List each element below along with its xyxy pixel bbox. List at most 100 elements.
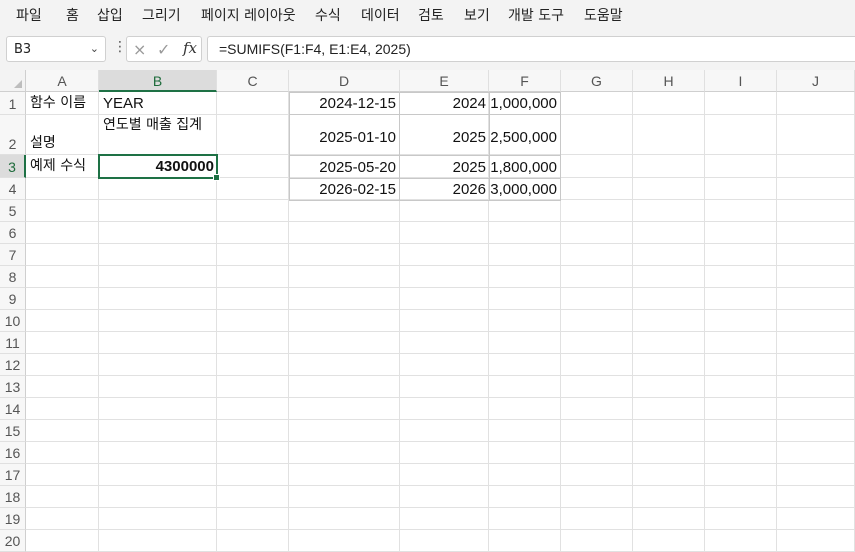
grid-cell[interactable]: [633, 244, 705, 266]
grid-cell[interactable]: [26, 530, 99, 552]
grid-cell[interactable]: [217, 222, 289, 244]
cell-f2[interactable]: 2,500,000: [489, 114, 561, 156]
grid-cell[interactable]: [705, 354, 777, 376]
grid-cell[interactable]: [777, 310, 855, 332]
menu-insert[interactable]: 삽입: [97, 5, 123, 25]
grid-cell[interactable]: [561, 222, 633, 244]
cancel-icon[interactable]: ×: [133, 40, 146, 59]
grid-cell[interactable]: [400, 354, 489, 376]
grid-cell[interactable]: [633, 178, 705, 200]
grid-cell[interactable]: [633, 508, 705, 530]
grid-cell[interactable]: [705, 115, 777, 155]
grid-cell[interactable]: [400, 442, 489, 464]
grid-cell[interactable]: [99, 420, 217, 442]
grid-cell[interactable]: [633, 155, 705, 178]
grid-cell[interactable]: [99, 354, 217, 376]
grid-cell[interactable]: [705, 332, 777, 354]
name-box[interactable]: B3 ⌄: [6, 36, 106, 62]
grid-cell[interactable]: [289, 420, 400, 442]
grid-cell[interactable]: [705, 200, 777, 222]
grid-cell[interactable]: [705, 155, 777, 178]
grid-cell[interactable]: [561, 288, 633, 310]
grid-cell[interactable]: [400, 486, 489, 508]
grid-cell[interactable]: [26, 508, 99, 530]
grid-cell[interactable]: [633, 442, 705, 464]
cell-a1[interactable]: 함수 이름: [26, 92, 99, 115]
grid-cell[interactable]: [400, 376, 489, 398]
grid-cell[interactable]: [561, 155, 633, 178]
grid-cell[interactable]: [705, 508, 777, 530]
grid-cell[interactable]: [400, 244, 489, 266]
row-header-13[interactable]: 13: [0, 376, 26, 398]
grid-cell[interactable]: [489, 530, 561, 552]
grid-cell[interactable]: [289, 398, 400, 420]
grid-cell[interactable]: [489, 442, 561, 464]
grid-cell[interactable]: [26, 420, 99, 442]
grid-cell[interactable]: [777, 266, 855, 288]
menu-formulas[interactable]: 수식: [315, 5, 341, 25]
grid-cell[interactable]: [289, 486, 400, 508]
grid-cell[interactable]: [633, 266, 705, 288]
grid-cell[interactable]: [489, 200, 561, 222]
grid-cell[interactable]: [26, 222, 99, 244]
grid-cell[interactable]: [633, 354, 705, 376]
grid-cell[interactable]: [289, 464, 400, 486]
grid-cell[interactable]: [400, 288, 489, 310]
insert-function-icon[interactable]: fx: [183, 39, 197, 57]
row-header-19[interactable]: 19: [0, 508, 26, 530]
cell-a3[interactable]: 예제 수식: [26, 155, 99, 178]
grid-cell[interactable]: [289, 354, 400, 376]
grid-cell[interactable]: [561, 420, 633, 442]
grid-cell[interactable]: [633, 310, 705, 332]
grid-cell[interactable]: [705, 288, 777, 310]
grid-cell[interactable]: [99, 508, 217, 530]
grid-cell[interactable]: [400, 530, 489, 552]
grid-cell[interactable]: [217, 354, 289, 376]
grid-cell[interactable]: [26, 354, 99, 376]
grid-cell[interactable]: [217, 115, 289, 155]
grid-cell[interactable]: [99, 266, 217, 288]
grid-cell[interactable]: [217, 376, 289, 398]
grid-cell[interactable]: [489, 420, 561, 442]
more-options-icon[interactable]: ⋮: [113, 40, 127, 54]
grid-cell[interactable]: [99, 530, 217, 552]
grid-cell[interactable]: [561, 178, 633, 200]
cell-d1[interactable]: 2024-12-15: [289, 92, 400, 115]
grid-cell[interactable]: [289, 530, 400, 552]
grid-cell[interactable]: [289, 222, 400, 244]
cell-f4[interactable]: 3,000,000: [489, 178, 561, 201]
select-all-corner[interactable]: [0, 70, 26, 92]
grid-cell[interactable]: [561, 530, 633, 552]
cell-f3[interactable]: 1,800,000: [489, 155, 561, 179]
grid-cell[interactable]: [26, 288, 99, 310]
grid-cell[interactable]: [705, 464, 777, 486]
grid-cell[interactable]: [561, 508, 633, 530]
row-header-6[interactable]: 6: [0, 222, 26, 244]
grid-cell[interactable]: [705, 376, 777, 398]
grid-cell[interactable]: [489, 508, 561, 530]
grid-cell[interactable]: [217, 92, 289, 115]
grid-cell[interactable]: [217, 288, 289, 310]
chevron-down-icon[interactable]: ⌄: [90, 42, 99, 55]
grid-cell[interactable]: [99, 486, 217, 508]
grid-cell[interactable]: [633, 420, 705, 442]
grid-cell[interactable]: [705, 420, 777, 442]
grid-cell[interactable]: [705, 244, 777, 266]
grid-cell[interactable]: [777, 115, 855, 155]
grid-cell[interactable]: [26, 332, 99, 354]
column-header-i[interactable]: I: [705, 70, 777, 92]
grid-cell[interactable]: [561, 464, 633, 486]
grid-cell[interactable]: [400, 464, 489, 486]
grid-cell[interactable]: [99, 200, 217, 222]
row-header-8[interactable]: 8: [0, 266, 26, 288]
grid-cell[interactable]: [289, 442, 400, 464]
row-header-5[interactable]: 5: [0, 200, 26, 222]
grid-cell[interactable]: [289, 244, 400, 266]
cell-a2[interactable]: 설명: [26, 115, 99, 155]
grid-cell[interactable]: [777, 376, 855, 398]
grid-cell[interactable]: [217, 486, 289, 508]
grid-cell[interactable]: [217, 420, 289, 442]
grid-cell[interactable]: [705, 310, 777, 332]
grid-cell[interactable]: [777, 354, 855, 376]
menu-help[interactable]: 도움말: [584, 5, 623, 25]
